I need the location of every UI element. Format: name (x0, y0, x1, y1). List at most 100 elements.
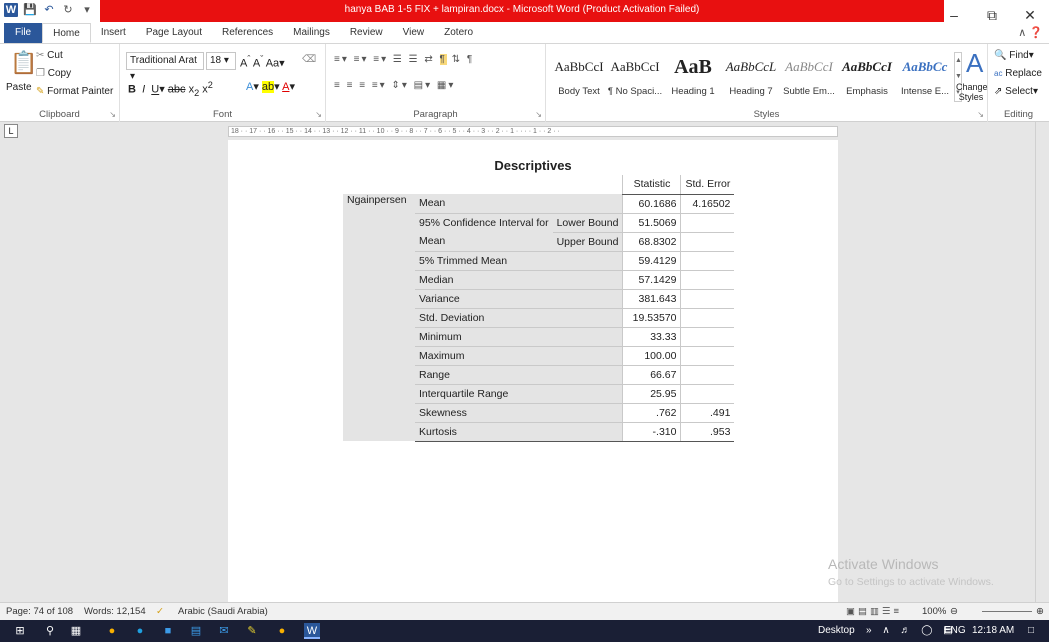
undo-icon[interactable]: ↶ (42, 3, 56, 17)
statistic-name: Std. Deviation (415, 308, 623, 328)
mail-icon[interactable]: ✉ (216, 623, 232, 639)
statistic-name: Mean (415, 232, 553, 252)
tab-references[interactable]: References (212, 23, 283, 43)
tab-mailings[interactable]: Mailings (283, 23, 340, 43)
edge-icon[interactable]: ● (132, 623, 148, 639)
style-heading-1[interactable]: AaB Heading 1 (664, 48, 722, 108)
style-subtle-emphasis[interactable]: AaBbCcI Subtle Em... (780, 48, 838, 108)
styles-launcher-icon[interactable]: ↘ (977, 110, 984, 119)
horizontal-ruler[interactable]: 18 · · 17 · · 16 · · 15 · · 14 · · 13 · … (228, 126, 838, 137)
zoom-in-icon[interactable]: ⊕ (1036, 606, 1044, 617)
redo-icon[interactable]: ↻ (61, 3, 75, 17)
statistic-value: 25.95 (622, 384, 681, 404)
font-format-buttons[interactable]: B I U▾ abc x2 x2 (128, 80, 213, 98)
vertical-scrollbar[interactable] (1035, 122, 1049, 602)
notifications-icon[interactable]: □ (1028, 625, 1034, 636)
table-header-row: Statistic Std. Error (343, 175, 735, 195)
word-taskbar-icon[interactable]: W (304, 623, 320, 639)
tab-selector-icon[interactable]: L (4, 124, 18, 138)
change-styles-icon[interactable]: A (966, 48, 983, 79)
input-language[interactable]: ENG (944, 625, 966, 636)
tab-view[interactable]: View (393, 23, 435, 43)
style-emphasis[interactable]: AaBbCcI Emphasis (838, 48, 896, 108)
word-count[interactable]: Words: 12,154 (84, 606, 146, 617)
find-button[interactable]: 🔍 Find▾ (994, 50, 1034, 61)
editing-group: 🔍 Find▾ ac Replace ⇗ Select▾ Editing (988, 44, 1049, 122)
clock[interactable]: 12:18 AM (972, 625, 1014, 636)
font-name-select[interactable]: Traditional Arat ▾ (126, 52, 204, 82)
windows-taskbar: ⊞ ⚲ ▦ ● ● ■ ▤ ✉ ✎ ● W Desktop » ∧ ♬ ◯ ▤ … (0, 620, 1049, 642)
std-error-value (680, 289, 735, 309)
statistic-name: Skewness (415, 403, 623, 423)
alignment-buttons[interactable]: ≡ ≡ ≡ ≡▾ ⇕▾ ▤▾ ▦▾ (334, 80, 455, 91)
customize-qat-icon[interactable]: ▾ (80, 3, 94, 17)
statistic-name: Kurtosis (415, 422, 623, 442)
ribbon-help-icons[interactable]: ∧ ❓ (1018, 26, 1043, 39)
copy-button[interactable]: ❐ Copy (36, 68, 71, 79)
cut-button[interactable]: ✂ Cut (36, 50, 63, 61)
std-error-value (680, 251, 735, 271)
font-color-buttons[interactable]: A▾ ab▾ A▾ (246, 80, 295, 93)
format-painter-button[interactable]: ✎ Format Painter (36, 86, 113, 97)
chrome-icon[interactable]: ● (104, 623, 120, 639)
table-row: Ngainpersen Mean 60.1686 4.16502 (343, 194, 735, 441)
style-no-spacing[interactable]: AaBbCcI ¶ No Spaci... (606, 48, 664, 108)
clear-formatting-icon[interactable]: ⌫ (302, 54, 316, 65)
statistic-subname: Upper Bound (552, 232, 623, 252)
std-error-value: .953 (680, 422, 735, 442)
font-launcher-icon[interactable]: ↘ (315, 110, 322, 119)
statistic-name: Range (415, 365, 623, 385)
style-sample: AaBbCc (902, 59, 948, 74)
tab-file[interactable]: File (4, 23, 43, 43)
tab-zotero[interactable]: Zotero (434, 23, 483, 43)
tab-review[interactable]: Review (340, 23, 393, 43)
grow-shrink-font-buttons[interactable]: Aˆ Aˇ Aa▾ (240, 54, 285, 70)
save-icon[interactable]: 💾 (23, 3, 37, 17)
clipboard-launcher-icon[interactable]: ↘ (109, 110, 116, 119)
paragraph-launcher-icon[interactable]: ↘ (535, 110, 542, 119)
paste-button[interactable]: Paste (6, 82, 32, 93)
change-styles-button[interactable]: Change Styles (956, 82, 988, 102)
paste-icon[interactable]: 📋 (10, 50, 37, 76)
language-indicator[interactable]: Arabic (Saudi Arabia) (178, 606, 268, 617)
statistic-value: 33.33 (622, 327, 681, 347)
style-sample: AaBbCcI (554, 59, 604, 74)
style-heading-7[interactable]: AaBbCcL Heading 7 (722, 48, 780, 108)
list-buttons[interactable]: ≡▾ ≡▾ ≡▾ ☰ ☰ ⇄ ¶ ⇅ ¶ (334, 54, 474, 65)
pen-icon[interactable]: ✎ (244, 623, 260, 639)
statistic-value: 51.5069 (622, 213, 681, 233)
proofing-icon[interactable]: ✓ (156, 606, 164, 617)
word-app-icon[interactable]: W (4, 3, 18, 17)
cut-icon: ✂ (36, 50, 45, 61)
start-icon[interactable]: ⊞ (12, 623, 28, 639)
statistic-value: .762 (622, 403, 681, 423)
quick-access-toolbar: W 💾 ↶ ↻ ▾ (4, 3, 94, 17)
replace-button[interactable]: ac Replace (994, 68, 1042, 79)
select-button[interactable]: ⇗ Select▾ (994, 86, 1038, 97)
style-intense-emphasis[interactable]: AaBbCc Intense E... (896, 48, 954, 108)
store-icon[interactable]: ■ (160, 623, 176, 639)
font-size-select[interactable]: 18 ▾ (206, 52, 236, 70)
zoom-out-icon[interactable]: ⊖ (950, 606, 958, 617)
select-label: Select (1005, 86, 1033, 97)
styles-group: AaBbCcI Body Text AaBbCcI ¶ No Spaci... … (546, 44, 988, 122)
tab-page-layout[interactable]: Page Layout (136, 23, 212, 43)
ribbon-tabs: File Home Insert Page Layout References … (0, 22, 1049, 44)
std-error-value: .491 (680, 403, 735, 423)
std-error-value (680, 213, 735, 233)
style-sample: AaB (674, 56, 712, 78)
calculator-icon[interactable]: ▤ (188, 623, 204, 639)
ruler: L 18 · · 17 · · 16 · · 15 · · 14 · · 13 … (0, 122, 1049, 140)
tab-insert[interactable]: Insert (91, 23, 136, 43)
search-icon[interactable]: ⚲ (42, 623, 58, 639)
media-icon[interactable]: ● (274, 623, 290, 639)
page-count[interactable]: Page: 74 of 108 (6, 606, 73, 617)
statistic-name: Maximum (415, 346, 623, 366)
view-mode-buttons[interactable]: ▣▤▥☰≡ (846, 606, 902, 617)
tab-home[interactable]: Home (42, 23, 91, 43)
style-body-text[interactable]: AaBbCcI Body Text (550, 48, 608, 108)
task-view-icon[interactable]: ▦ (68, 623, 84, 639)
zoom-level[interactable]: 100% (922, 606, 946, 617)
zoom-slider[interactable] (982, 611, 1032, 612)
desktop-toolbar[interactable]: Desktop (818, 625, 855, 636)
